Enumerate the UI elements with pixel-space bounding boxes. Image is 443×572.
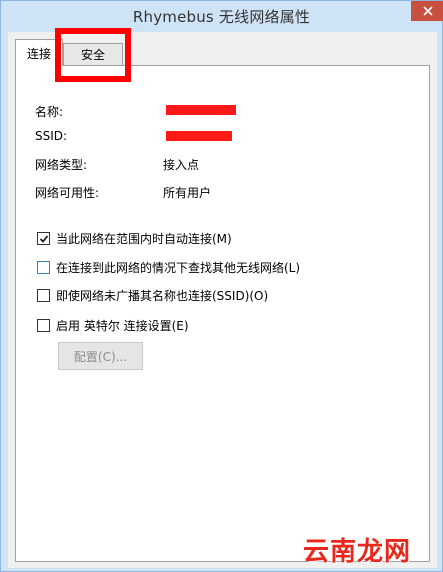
auto-connect-checkbox[interactable]: [37, 232, 50, 245]
ssid-label: SSID:: [35, 129, 68, 143]
close-icon: [422, 6, 433, 16]
intel-settings-label: 启用 英特尔 连接设置(E): [56, 319, 189, 333]
intel-settings-option[interactable]: 启用 英特尔 连接设置(E): [37, 317, 189, 334]
highlight-box: [55, 28, 131, 82]
search-other-checkbox[interactable]: [37, 261, 50, 274]
search-other-label: 在连接到此网络的情况下查找其他无线网络(L): [56, 261, 301, 275]
hidden-ssid-option[interactable]: 即使网络未广播其名称也连接(SSID)(O): [37, 287, 268, 304]
auto-connect-label: 当此网络在范围内时自动连接(M): [56, 232, 232, 246]
search-other-option[interactable]: 在连接到此网络的情况下查找其他无线网络(L): [37, 259, 300, 276]
connection-panel: 名称: SSID: 网络类型: 接入点 网络可用性: 所有用户 当此网络在范围内…: [15, 65, 430, 562]
network-type-label: 网络类型:: [35, 158, 88, 172]
network-type-value: 接入点: [163, 158, 200, 172]
ssid-redaction: [166, 131, 232, 141]
checkmark-icon: [39, 234, 48, 243]
window-title: Rhymebus 无线网络属性: [132, 8, 311, 26]
name-redaction: [166, 105, 236, 115]
network-availability-value: 所有用户: [163, 186, 212, 200]
name-label: 名称:: [35, 105, 64, 119]
hidden-ssid-checkbox[interactable]: [37, 289, 50, 302]
properties-window: Rhymebus 无线网络属性 连接 安全 名称: SSID: 网络类型: 接入…: [0, 0, 443, 572]
hidden-ssid-label: 即使网络未广播其名称也连接(SSID)(O): [56, 289, 269, 303]
auto-connect-option[interactable]: 当此网络在范围内时自动连接(M): [37, 230, 232, 247]
close-button[interactable]: [411, 1, 443, 21]
network-availability-label: 网络可用性:: [35, 186, 100, 200]
dialog-client: 连接 安全 名称: SSID: 网络类型: 接入点 网络可用性: 所有用户 当此…: [8, 28, 437, 568]
configure-button[interactable]: 配置(C)...: [58, 342, 143, 370]
intel-settings-checkbox[interactable]: [37, 319, 50, 332]
watermark-logo: 云南龙网: [303, 537, 412, 567]
